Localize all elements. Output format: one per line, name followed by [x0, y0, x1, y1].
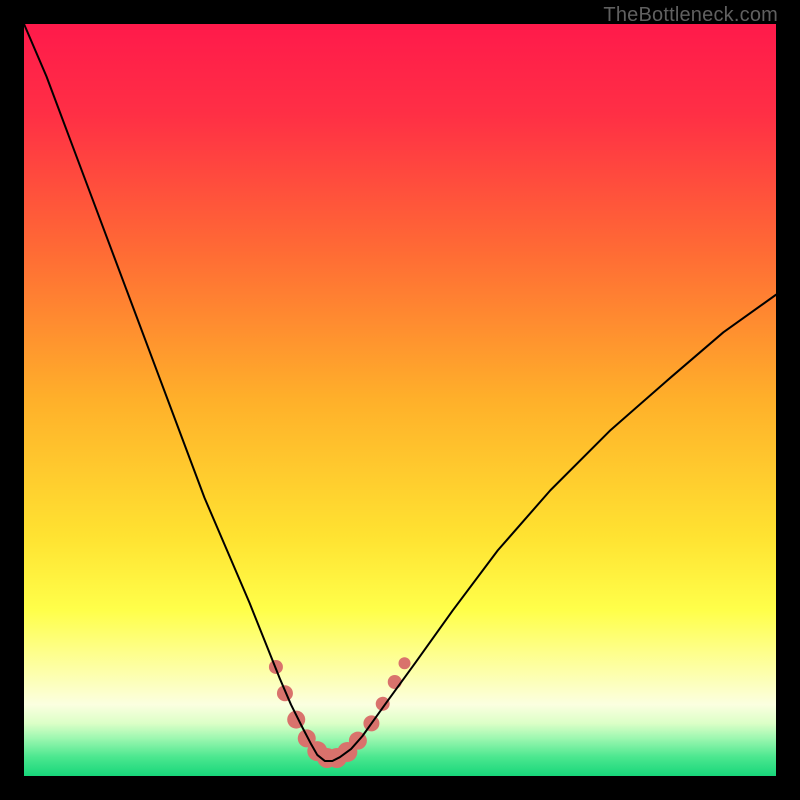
- curve-marker: [399, 657, 411, 669]
- curve-marker: [388, 675, 402, 689]
- curve-marker: [277, 685, 293, 701]
- watermark-text: TheBottleneck.com: [603, 4, 778, 27]
- bottleneck-chart: [24, 24, 776, 776]
- chart-plot-area: [24, 24, 776, 776]
